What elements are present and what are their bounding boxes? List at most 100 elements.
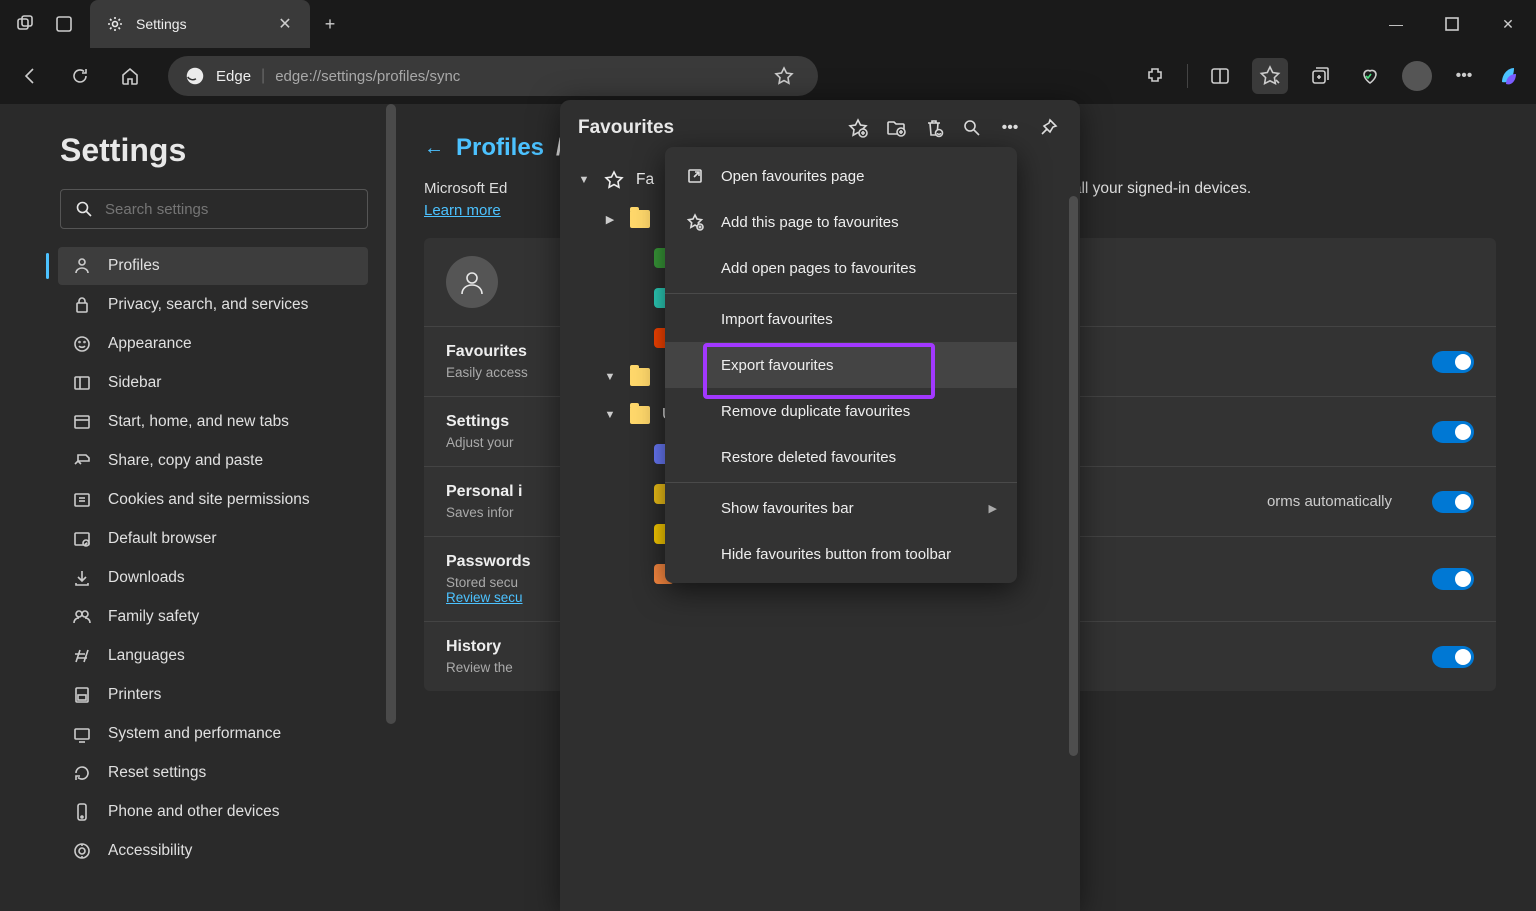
toolbar: Edge | edge://settings/profiles/sync ••• xyxy=(0,48,1536,104)
sidebar-item-appearance[interactable]: Appearance xyxy=(58,325,368,363)
delete-favourite-icon[interactable] xyxy=(920,114,948,142)
menu-item-show-favourites-bar[interactable]: Show favourites bar▶ xyxy=(665,485,1017,531)
sidebar-item-family-safety[interactable]: Family safety xyxy=(58,598,368,636)
tab-actions-icon[interactable] xyxy=(52,12,76,36)
sidebar-item-label: System and performance xyxy=(108,725,281,743)
sidebar: Settings ProfilesPrivacy, search, and se… xyxy=(0,104,396,911)
refresh-button[interactable] xyxy=(62,58,98,94)
close-window-button[interactable]: ✕ xyxy=(1480,0,1536,48)
review-link[interactable]: Review secu xyxy=(446,590,523,605)
add-folder-icon[interactable] xyxy=(882,114,910,142)
sidebar-icon xyxy=(72,412,92,432)
menu-item-import-favourites[interactable]: Import favourites xyxy=(665,296,1017,342)
address-bar[interactable]: Edge | edge://settings/profiles/sync xyxy=(168,56,818,96)
menu-item-add-this-page-to-favourites[interactable]: Add this page to favourites xyxy=(665,199,1017,245)
sidebar-item-privacy-search-and-services[interactable]: Privacy, search, and services xyxy=(58,286,368,324)
sidebar-icon xyxy=(72,802,92,822)
sidebar-item-printers[interactable]: Printers xyxy=(58,676,368,714)
sidebar-item-share-copy-and-paste[interactable]: Share, copy and paste xyxy=(58,442,368,480)
search-favourites-icon[interactable] xyxy=(958,114,986,142)
favourites-more-icon[interactable]: ••• xyxy=(996,114,1024,142)
sidebar-item-label: Printers xyxy=(108,686,161,704)
new-tab-button[interactable]: + xyxy=(310,0,350,48)
toggle-switch[interactable] xyxy=(1432,351,1474,373)
menu-item-remove-duplicate-favourites[interactable]: Remove duplicate favourites xyxy=(665,388,1017,434)
address-divider: | xyxy=(261,67,265,85)
menu-item-hide-favourites-button-from-toolbar[interactable]: Hide favourites button from toolbar xyxy=(665,531,1017,577)
sidebar-item-label: Default browser xyxy=(108,530,217,548)
profile-avatar[interactable] xyxy=(1402,61,1432,91)
chevron-down-icon: ▼ xyxy=(602,371,618,383)
back-button[interactable] xyxy=(12,58,48,94)
sidebar-scrollbar[interactable] xyxy=(386,104,396,724)
breadcrumb-profiles-link[interactable]: Profiles xyxy=(456,134,544,162)
sidebar-item-system-and-performance[interactable]: System and performance xyxy=(58,715,368,753)
favourites-bar-label: Fa xyxy=(636,171,654,189)
collections-icon[interactable] xyxy=(1302,58,1338,94)
extensions-icon[interactable] xyxy=(1137,58,1173,94)
open-icon xyxy=(685,166,705,186)
menu-item-add-open-pages-to-favourites[interactable]: Add open pages to favourites xyxy=(665,245,1017,291)
menu-item-label: Export favourites xyxy=(721,357,834,374)
sidebar-item-languages[interactable]: Languages xyxy=(58,637,368,675)
sidebar-item-label: Reset settings xyxy=(108,764,206,782)
close-tab-button[interactable]: ✕ xyxy=(276,15,294,33)
menu-item-label: Hide favourites button from toolbar xyxy=(721,546,951,563)
sidebar-item-label: Accessibility xyxy=(108,842,192,860)
star-add-icon xyxy=(685,212,705,232)
browser-tab[interactable]: Settings ✕ xyxy=(90,0,310,48)
sidebar-item-cookies-and-site-permissions[interactable]: Cookies and site permissions xyxy=(58,481,368,519)
menu-item-restore-deleted-favourites[interactable]: Restore deleted favourites xyxy=(665,434,1017,480)
split-screen-icon[interactable] xyxy=(1202,58,1238,94)
copilot-icon[interactable] xyxy=(1496,62,1524,90)
favourites-button[interactable] xyxy=(1252,58,1288,94)
sidebar-icon xyxy=(72,763,92,783)
toggle-switch[interactable] xyxy=(1432,568,1474,590)
sidebar-item-profiles[interactable]: Profiles xyxy=(58,247,368,285)
sidebar-icon xyxy=(72,607,92,627)
address-brand: Edge xyxy=(216,68,251,85)
chevron-down-icon: ▼ xyxy=(602,409,618,421)
toggle-switch[interactable] xyxy=(1432,646,1474,668)
sidebar-item-start-home-and-new-tabs[interactable]: Start, home, and new tabs xyxy=(58,403,368,441)
settings-icon xyxy=(106,15,124,33)
folder-icon xyxy=(630,210,650,228)
folder-icon xyxy=(630,368,650,386)
sidebar-icon xyxy=(72,295,92,315)
home-button[interactable] xyxy=(112,58,148,94)
menu-item-export-favourites[interactable]: Export favourites xyxy=(665,342,1017,388)
chevron-right-icon: ▶ xyxy=(602,213,618,226)
maximize-button[interactable] xyxy=(1424,0,1480,48)
search-settings-box[interactable] xyxy=(60,189,368,229)
menu-item-open-favourites-page[interactable]: Open favourites page xyxy=(665,153,1017,199)
sidebar-item-phone-and-other-devices[interactable]: Phone and other devices xyxy=(58,793,368,831)
favourites-panel-title: Favourites xyxy=(578,117,834,139)
breadcrumb-back-icon[interactable]: ← xyxy=(424,137,444,160)
add-favourite-icon[interactable] xyxy=(844,114,872,142)
favourites-scrollbar[interactable] xyxy=(1069,196,1078,756)
sidebar-item-label: Appearance xyxy=(108,335,192,353)
sidebar-icon xyxy=(72,529,92,549)
workspaces-icon[interactable] xyxy=(14,12,38,36)
menu-separator xyxy=(665,293,1017,294)
learn-more-link[interactable]: Learn more xyxy=(424,202,501,219)
pin-icon[interactable] xyxy=(1034,114,1062,142)
sidebar-item-downloads[interactable]: Downloads xyxy=(58,559,368,597)
sidebar-item-sidebar[interactable]: Sidebar xyxy=(58,364,368,402)
toggle-switch[interactable] xyxy=(1432,421,1474,443)
sidebar-item-reset-settings[interactable]: Reset settings xyxy=(58,754,368,792)
menu-item-label: Show favourites bar xyxy=(721,500,854,517)
minimize-button[interactable]: — xyxy=(1368,0,1424,48)
tab-title: Settings xyxy=(136,16,264,32)
favourite-star-icon[interactable] xyxy=(766,58,802,94)
toggle-switch[interactable] xyxy=(1432,491,1474,513)
sidebar-item-label: Languages xyxy=(108,647,185,665)
sidebar-item-default-browser[interactable]: Default browser xyxy=(58,520,368,558)
sidebar-item-accessibility[interactable]: Accessibility xyxy=(58,832,368,870)
performance-icon[interactable] xyxy=(1352,58,1388,94)
sidebar-icon xyxy=(72,490,92,510)
search-input[interactable] xyxy=(105,201,353,218)
more-menu-icon[interactable]: ••• xyxy=(1446,58,1482,94)
sidebar-item-label: Phone and other devices xyxy=(108,803,279,821)
sidebar-item-label: Family safety xyxy=(108,608,199,626)
